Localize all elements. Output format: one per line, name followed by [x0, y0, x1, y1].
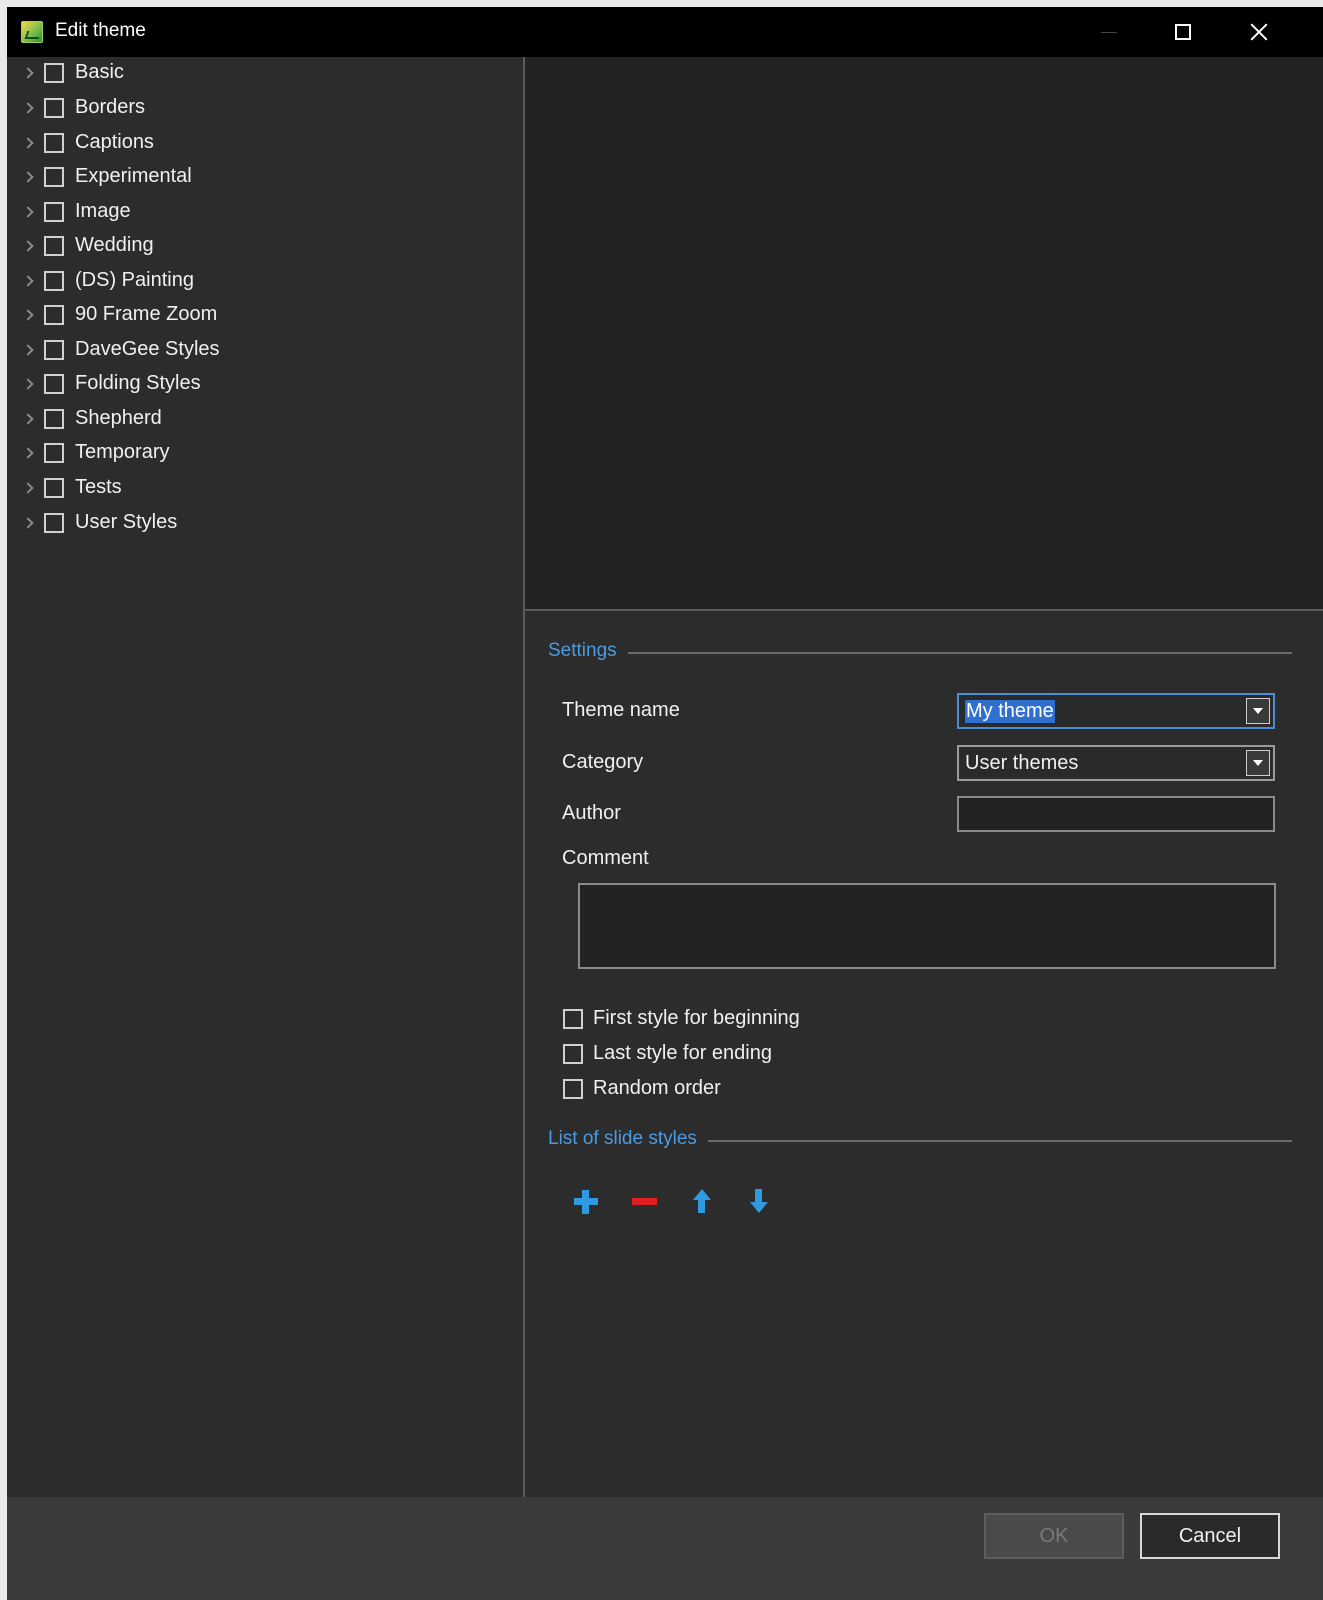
tree-item[interactable]: (DS) Painting [7, 265, 507, 299]
tree-checkbox[interactable] [44, 271, 64, 291]
preview-area [525, 57, 1323, 609]
arrow-up-icon[interactable] [687, 1187, 717, 1217]
close-button[interactable] [1229, 7, 1289, 57]
tree-checkbox[interactable] [44, 409, 64, 429]
ok-button[interactable]: OK [984, 1513, 1124, 1559]
slide-styles-divider [708, 1140, 1292, 1142]
tree-item[interactable]: Captions [7, 127, 507, 161]
tree-item[interactable]: Temporary [7, 437, 507, 471]
tree-item[interactable]: 90 Frame Zoom [7, 299, 507, 333]
tree-checkbox[interactable] [44, 478, 64, 498]
tree-item-label: User Styles [75, 511, 178, 533]
chevron-right-icon[interactable] [22, 137, 34, 149]
tree-item[interactable]: Experimental [7, 161, 507, 195]
tree-checkbox[interactable] [44, 98, 64, 118]
tree-item-label: Experimental [75, 165, 192, 187]
edit-theme-window: Edit theme Basic Borders Captions Experi… [7, 7, 1323, 1600]
tree-item-label: Folding Styles [75, 372, 201, 394]
tree-item[interactable]: Image [7, 196, 507, 230]
tree-item-label: Image [75, 200, 131, 222]
first-style-label: First style for beginning [593, 1007, 800, 1029]
tree-item-label: (DS) Painting [75, 269, 194, 291]
settings-divider [628, 652, 1292, 654]
chevron-right-icon[interactable] [22, 240, 34, 252]
tree-item-label: Borders [75, 96, 146, 118]
tree-checkbox[interactable] [44, 374, 64, 394]
tree-item-label: Shepherd [75, 407, 162, 429]
tree-checkbox[interactable] [44, 133, 64, 153]
tree-checkbox[interactable] [44, 167, 64, 187]
tree-item[interactable]: Tests [7, 472, 507, 506]
tree-item[interactable]: Shepherd [7, 403, 507, 437]
tree-item-label: Wedding [75, 234, 154, 256]
chevron-right-icon[interactable] [22, 413, 34, 425]
close-icon [1249, 22, 1269, 42]
tree-item-label: Basic [75, 61, 124, 83]
tree-item[interactable]: Wedding [7, 230, 507, 264]
author-label: Author [562, 802, 621, 824]
chevron-right-icon[interactable] [22, 206, 34, 218]
chevron-right-icon[interactable] [22, 102, 34, 114]
tree-item-label: Temporary [75, 441, 170, 463]
tree-checkbox[interactable] [44, 305, 64, 325]
theme-name-label: Theme name [562, 699, 680, 721]
arrow-down-icon[interactable] [744, 1187, 774, 1217]
cancel-button[interactable]: Cancel [1140, 1513, 1280, 1559]
comment-field[interactable] [578, 883, 1276, 969]
app-icon [21, 21, 43, 43]
tree-item[interactable]: User Styles [7, 507, 507, 541]
tree-item[interactable]: Folding Styles [7, 368, 507, 402]
tree-item-label: Captions [75, 131, 154, 153]
slide-styles-section-title: List of slide styles [548, 1128, 697, 1149]
tree-item[interactable]: Basic [7, 57, 507, 91]
tree-checkbox[interactable] [44, 443, 64, 463]
tree-item[interactable]: DaveGee Styles [7, 334, 507, 368]
tree-checkbox[interactable] [44, 63, 64, 83]
last-style-checkbox[interactable] [563, 1044, 583, 1064]
tree-checkbox[interactable] [44, 202, 64, 222]
minimize-icon [1101, 31, 1117, 33]
style-tree: Basic Borders Captions Experimental Imag… [7, 57, 523, 1497]
preview-divider [525, 609, 1323, 611]
minimize-button[interactable] [1079, 7, 1139, 57]
chevron-right-icon[interactable] [22, 309, 34, 321]
theme-name-value[interactable]: My theme [965, 700, 1055, 723]
tree-item-label: Tests [75, 476, 122, 498]
tree-item-label: DaveGee Styles [75, 338, 220, 360]
chevron-right-icon[interactable] [22, 344, 34, 356]
random-order-label: Random order [593, 1077, 721, 1099]
category-label: Category [562, 751, 644, 773]
tree-checkbox[interactable] [44, 236, 64, 256]
tree-item[interactable]: Borders [7, 92, 507, 126]
title-bar: Edit theme [7, 7, 1323, 57]
dialog-footer: OK Cancel [7, 1497, 1323, 1600]
last-style-label: Last style for ending [593, 1042, 772, 1064]
author-field[interactable] [957, 796, 1275, 832]
maximize-icon [1175, 24, 1191, 40]
minus-icon[interactable] [630, 1187, 660, 1217]
category-combo[interactable]: User themes [957, 745, 1275, 781]
chevron-right-icon[interactable] [22, 275, 34, 287]
chevron-right-icon[interactable] [22, 447, 34, 459]
category-value: User themes [965, 752, 1079, 774]
tree-checkbox[interactable] [44, 513, 64, 533]
comment-label: Comment [562, 847, 649, 869]
chevron-right-icon[interactable] [22, 378, 34, 390]
chevron-right-icon[interactable] [22, 171, 34, 183]
chevron-down-icon[interactable] [1246, 750, 1270, 776]
chevron-right-icon[interactable] [22, 67, 34, 79]
chevron-down-icon[interactable] [1246, 698, 1270, 724]
chevron-right-icon[interactable] [22, 517, 34, 529]
tree-checkbox[interactable] [44, 340, 64, 360]
settings-section-title: Settings [548, 640, 617, 661]
theme-name-combo[interactable]: My theme [957, 693, 1275, 729]
plus-icon[interactable] [572, 1187, 602, 1217]
first-style-checkbox[interactable] [563, 1009, 583, 1029]
maximize-button[interactable] [1153, 7, 1213, 57]
random-order-checkbox[interactable] [563, 1079, 583, 1099]
tree-item-label: 90 Frame Zoom [75, 303, 218, 325]
window-title: Edit theme [55, 20, 146, 41]
chevron-right-icon[interactable] [22, 482, 34, 494]
